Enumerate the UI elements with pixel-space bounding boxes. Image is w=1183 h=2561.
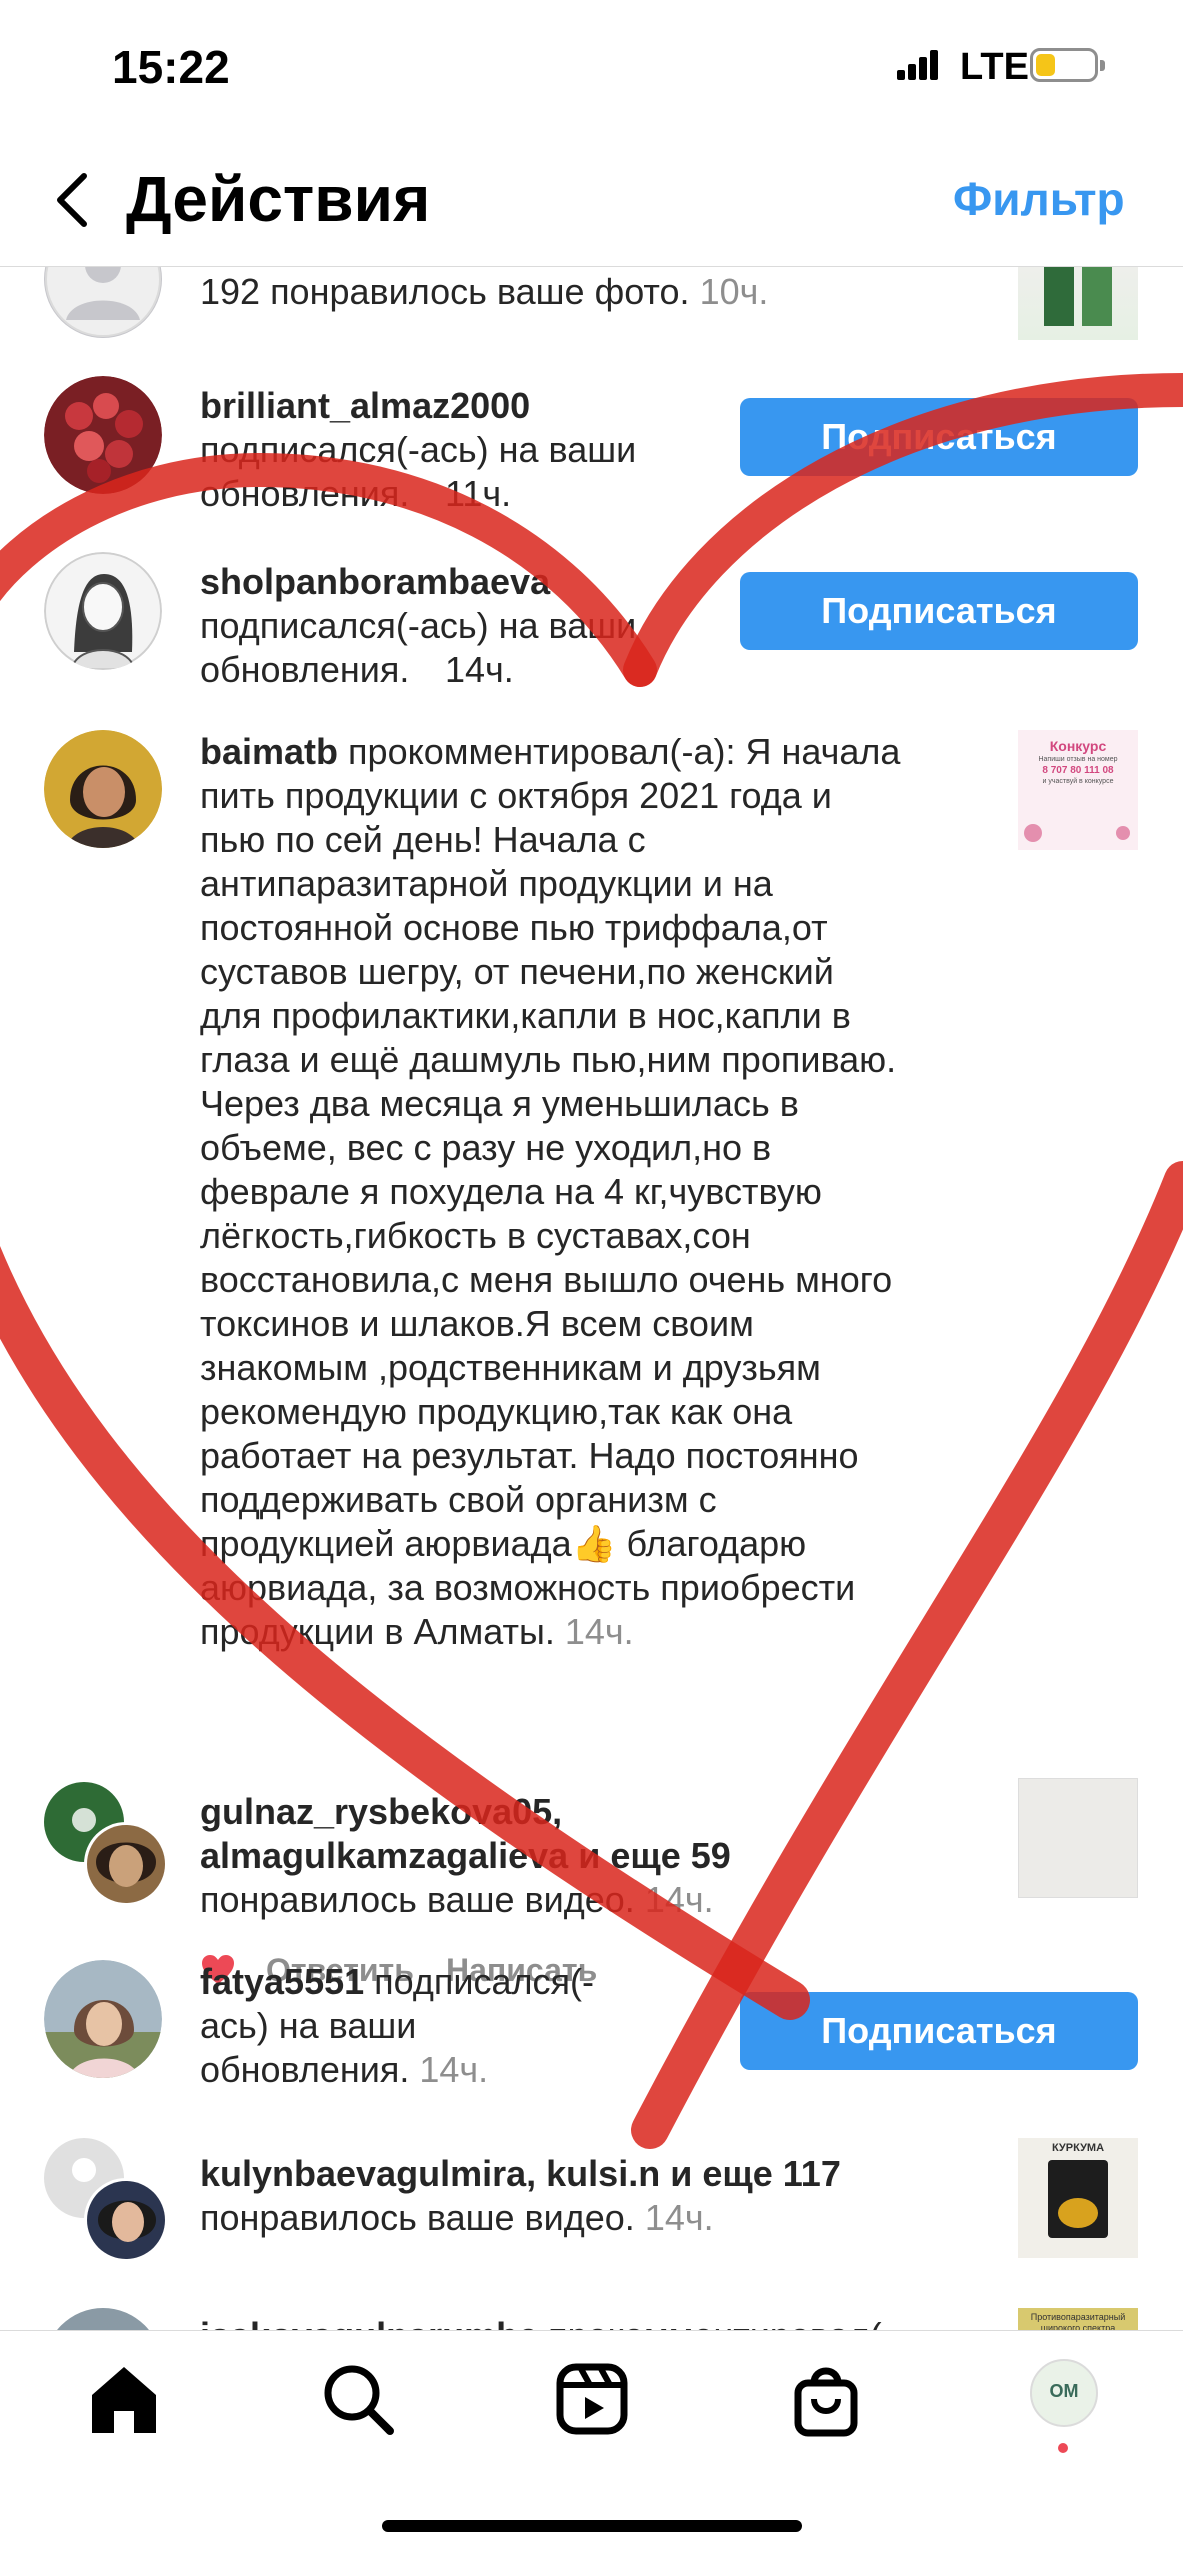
username[interactable]: isakovagulnarumbe	[200, 2315, 538, 2330]
thumbnail-subtitle: Напиши отзыв на номер	[1038, 756, 1118, 763]
username[interactable]: almagulkamzagalieva	[200, 1835, 568, 1876]
avatar[interactable]	[44, 1960, 162, 2078]
post-thumbnail[interactable]	[1018, 1778, 1138, 1898]
activity-text: gulnaz_rysbekova05, almagulkamzagalieva …	[200, 1790, 800, 1922]
signal-icon	[897, 50, 939, 80]
follow-button[interactable]: Подписаться	[740, 398, 1138, 476]
activity-time: 14ч.	[445, 649, 514, 690]
thumbnail-title: Противопаразитарный широкого спектра	[1030, 2312, 1126, 2330]
thumbnail-title: Конкурс	[1049, 738, 1107, 754]
username[interactable]: fatya5551	[200, 1961, 364, 2002]
reels-icon[interactable]	[552, 2359, 632, 2439]
home-icon[interactable]	[84, 2359, 164, 2439]
avatar[interactable]	[44, 552, 162, 670]
activity-row[interactable]: sholpanborambaeva подписался(-ась) на ва…	[0, 552, 1183, 692]
status-bar: 15:22 LTE	[0, 0, 1183, 130]
activity-text: isakovagulnarumbe прокомментировал(	[200, 2314, 882, 2330]
thumbnail-phone: 8 707 80 111 08	[1042, 765, 1114, 776]
activity-text: fatya5551 подписался(- ась) на ваши обно…	[200, 1961, 594, 2090]
battery-icon	[1030, 48, 1105, 82]
status-time: 15:22	[112, 41, 230, 93]
thumbnail-note: и участвуй в конкурсе	[1042, 778, 1114, 785]
home-indicator	[382, 2520, 802, 2532]
username[interactable]: kulsi.n	[546, 2153, 660, 2194]
username[interactable]: sholpanborambaeva	[200, 560, 720, 604]
activity-text: 192 понравилось ваше фото. 10ч.	[200, 271, 769, 312]
follow-button[interactable]: Подписаться	[740, 572, 1138, 650]
activity-row[interactable]: isakovagulnarumbe прокомментировал( Прот…	[0, 2304, 1183, 2330]
avatar[interactable]	[44, 2308, 162, 2330]
back-arrow-icon[interactable]	[50, 170, 100, 230]
post-thumbnail[interactable]: Противопаразитарный широкого спектра	[1018, 2308, 1138, 2330]
notification-dot	[1058, 2443, 1068, 2453]
page-title: Действия	[126, 163, 431, 235]
network-label: LTE	[960, 46, 1029, 88]
username[interactable]: baimatb	[200, 731, 338, 772]
post-thumbnail[interactable]: КУРКУМА	[1018, 2138, 1138, 2258]
activity-text: kulynbaevagulmira, kulsi.n и еще 117 пон…	[200, 2153, 841, 2238]
follow-button[interactable]: Подписаться	[740, 1992, 1138, 2070]
post-thumbnail[interactable]	[1018, 266, 1138, 340]
avatar[interactable]	[44, 266, 162, 338]
activity-row[interactable]: gulnaz_rysbekova05, almagulkamzagalieva …	[0, 1778, 1183, 1932]
avatar[interactable]	[44, 730, 162, 848]
activity-row[interactable]: brilliant_almaz2000 подписался(-ась) на …	[0, 376, 1183, 516]
activity-list: 192 понравилось ваше фото. 10ч. brillian…	[0, 266, 1183, 2330]
username[interactable]: gulnaz_rysbekova05,	[200, 1790, 800, 1834]
avatar-stack[interactable]	[44, 2138, 168, 2262]
shop-icon[interactable]	[786, 2359, 866, 2439]
header: Действия Фильтр	[0, 130, 1183, 267]
username[interactable]: brilliant_almaz2000	[200, 384, 720, 428]
profile-icon[interactable]: OM	[1030, 2359, 1098, 2427]
thumbnail-title: КУРКУМА	[1051, 2142, 1105, 2154]
activity-row[interactable]: 192 понравилось ваше фото. 10ч.	[0, 266, 1183, 346]
activity-row[interactable]: fatya5551 подписался(- ась) на ваши обно…	[0, 1960, 1183, 2110]
comment-text: baimatb прокомментировал(-а): Я начала п…	[200, 731, 901, 1652]
filter-button[interactable]: Фильтр	[953, 172, 1183, 226]
avatar[interactable]	[44, 376, 162, 494]
username[interactable]: kulynbaevagulmira,	[200, 2153, 536, 2194]
activity-time: 11ч.	[445, 473, 512, 514]
post-thumbnail[interactable]: Конкурс Напиши отзыв на номер 8 707 80 1…	[1018, 730, 1138, 850]
search-icon[interactable]	[318, 2359, 398, 2439]
activity-row[interactable]: kulynbaevagulmira, kulsi.n и еще 117 пон…	[0, 2138, 1183, 2288]
avatar-stack[interactable]	[44, 1782, 168, 1906]
